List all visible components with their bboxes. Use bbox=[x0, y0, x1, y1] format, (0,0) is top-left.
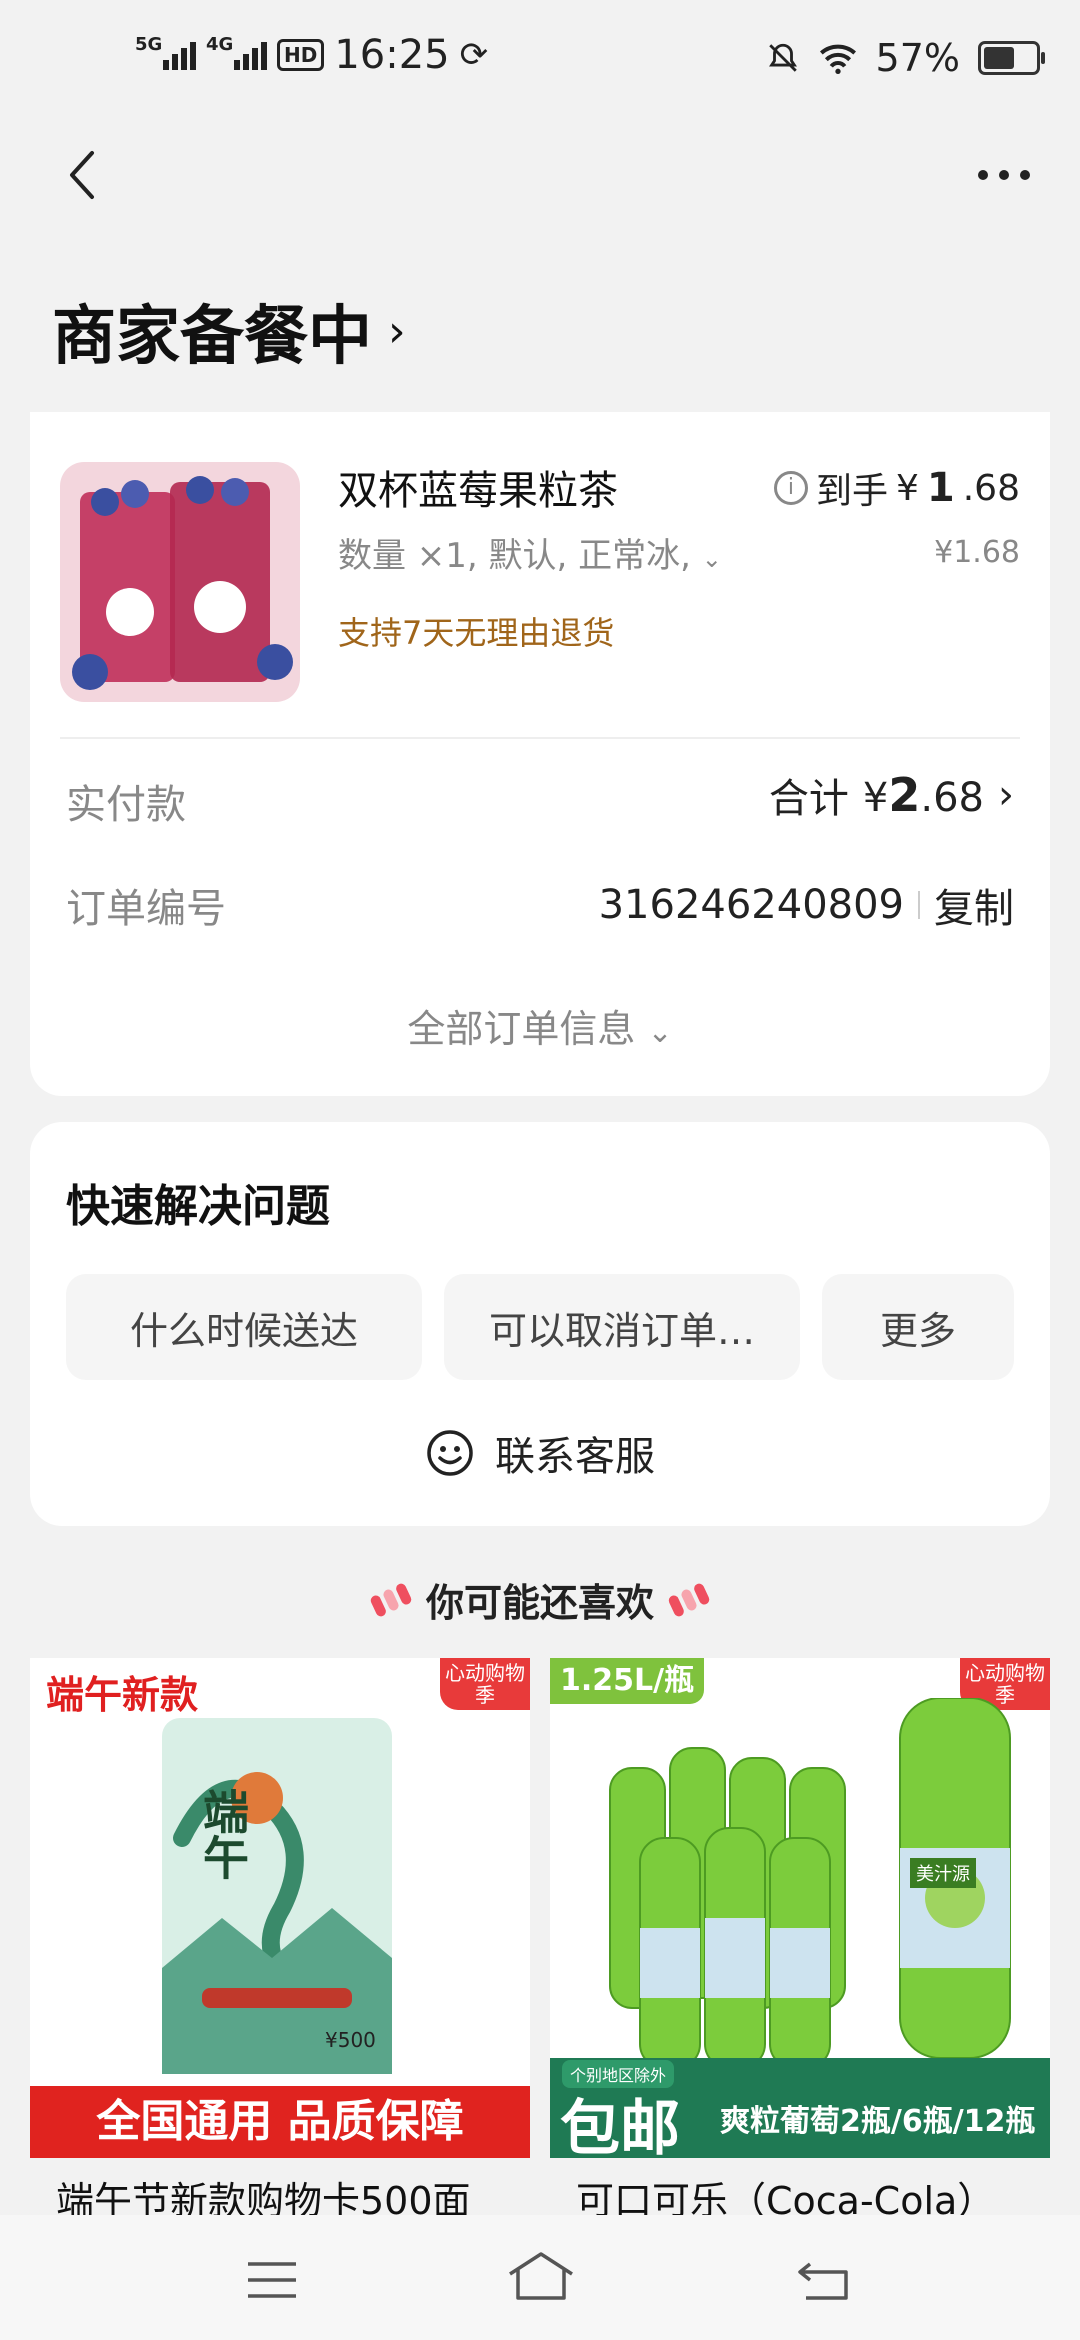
more-icon[interactable] bbox=[978, 170, 1030, 180]
order-no-label: 订单编号 bbox=[66, 886, 226, 932]
status-bar: 5G 4G HD 16:25 ⟳ 57% bbox=[0, 0, 1080, 120]
back-icon[interactable] bbox=[60, 145, 110, 205]
home-icon[interactable] bbox=[506, 2250, 576, 2302]
signal-5g-icon: 5G bbox=[135, 34, 196, 70]
status-time: 16:25 bbox=[334, 32, 450, 78]
promo-banner: 个别地区除外 包邮 爽粒葡萄2瓶/6瓶/12瓶 bbox=[550, 2058, 1050, 2158]
final-price: i 到手 ¥1.68 bbox=[773, 462, 1020, 514]
battery-percent: 57% bbox=[875, 36, 960, 80]
chevron-down-icon: ⌄ bbox=[701, 545, 722, 573]
promo-badge: 心动购物季 bbox=[440, 1658, 530, 1710]
wifi-icon bbox=[819, 44, 856, 74]
smile-icon bbox=[427, 1430, 473, 1476]
mute-icon bbox=[768, 43, 797, 72]
all-order-info-button[interactable]: 全部订单信息 ⌄ bbox=[0, 998, 1080, 1053]
status-right: 57% bbox=[766, 36, 1045, 80]
signal-4g-icon: 4G bbox=[206, 34, 267, 70]
product-spec[interactable]: 数量 ×1, 默认, 正常冰, ⌄ bbox=[338, 528, 722, 577]
paid-label: 实付款 bbox=[66, 782, 186, 828]
order-no-row: 316246240809 复制 bbox=[599, 876, 1014, 934]
divider bbox=[60, 737, 1020, 739]
chevron-right-icon: › bbox=[388, 305, 406, 357]
order-no: 316246240809 bbox=[598, 882, 904, 928]
product-card-drink[interactable]: 1.25L/瓶 心动购物季 美汁源 个别地区除外 包邮 爽粒葡萄2瓶/6瓶/12… bbox=[550, 1658, 1050, 2158]
decoration-icon bbox=[369, 1581, 413, 1618]
decoration-icon bbox=[667, 1581, 711, 1618]
original-price: ¥1.68 bbox=[934, 535, 1020, 570]
recommend-header: 你可能还喜欢 bbox=[0, 1572, 1080, 1627]
chip-cancel-order[interactable]: 可以取消订单… bbox=[444, 1274, 800, 1380]
promo-banner: 全国通用 品质保障 bbox=[30, 2086, 530, 2158]
order-status-title[interactable]: 商家备餐中 › bbox=[52, 285, 406, 377]
gift-card-image bbox=[162, 1718, 392, 2074]
back-nav-icon[interactable] bbox=[796, 2258, 852, 2302]
product-thumbnail[interactable] bbox=[60, 462, 300, 702]
info-icon[interactable]: i bbox=[773, 471, 808, 505]
status-left: 5G 4G HD 16:25 ⟳ bbox=[135, 32, 488, 78]
chevron-right-icon: › bbox=[998, 772, 1014, 818]
return-policy: 支持7天无理由退货 bbox=[338, 614, 615, 652]
bottles-image bbox=[609, 1698, 1011, 2069]
copy-button[interactable]: 复制 bbox=[934, 876, 1014, 934]
product-name[interactable]: 双杯蓝莓果粒茶 bbox=[338, 458, 618, 516]
menu-icon[interactable] bbox=[244, 2258, 300, 2302]
page-title: 商家备餐中 bbox=[52, 300, 372, 374]
product-tag: 端午新款 bbox=[46, 1673, 199, 1717]
card-value: ¥500 bbox=[325, 2028, 376, 2052]
total-amount[interactable]: 合计 ¥2.68 › bbox=[769, 766, 1014, 824]
hd-icon: HD bbox=[277, 39, 325, 71]
contact-service-button[interactable]: 联系客服 bbox=[0, 1424, 1080, 1482]
sync-icon: ⟳ bbox=[459, 35, 489, 75]
recommend-title: 你可能还喜欢 bbox=[425, 1581, 654, 1625]
bottle-brand: 美汁源 bbox=[910, 1858, 976, 1888]
separator bbox=[918, 891, 920, 919]
quick-help-title: 快速解决问题 bbox=[66, 1181, 330, 1232]
chip-more[interactable]: 更多 bbox=[822, 1274, 1014, 1380]
chip-delivery-time[interactable]: 什么时候送达 bbox=[66, 1274, 422, 1380]
chevron-down-icon: ⌄ bbox=[647, 1015, 673, 1050]
card-title: 端午 bbox=[196, 1788, 250, 1880]
product-card-gift[interactable]: 端午新款 心动购物季 端午 ¥500 全国通用 品质保障 bbox=[30, 1658, 530, 2158]
battery-icon bbox=[978, 41, 1045, 75]
